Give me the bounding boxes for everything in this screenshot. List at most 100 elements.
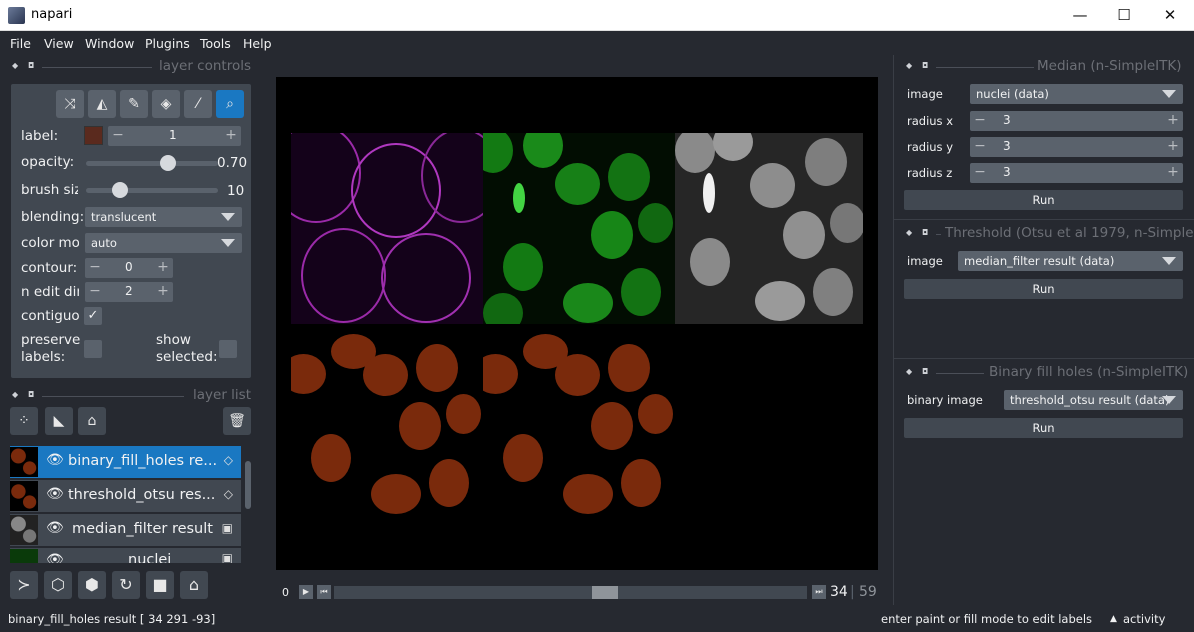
chevron-down-icon xyxy=(1162,90,1176,98)
minimize-button[interactable]: — xyxy=(1057,0,1103,31)
median-run-button[interactable]: Run xyxy=(904,190,1183,210)
roll-dims-button[interactable]: ⬢ xyxy=(78,571,106,599)
brush-size-slider[interactable] xyxy=(86,188,218,193)
opacity-slider[interactable] xyxy=(86,161,218,166)
label-label: label: xyxy=(21,128,59,144)
home-button[interactable]: ⌂ xyxy=(180,571,208,599)
contiguous-checkbox[interactable]: ✓ xyxy=(84,307,102,325)
close-button[interactable]: ✕ xyxy=(1147,0,1193,31)
activity-button[interactable]: activity xyxy=(1123,612,1165,626)
grid-button[interactable]: ■ xyxy=(146,571,174,599)
binary-image-dropdown[interactable]: threshold_otsu result (data) xyxy=(1004,390,1183,410)
float-dock-icon[interactable]: ◆ xyxy=(906,61,912,70)
layer-item-threshold-otsu[interactable]: 👁 threshold_otsu res... ◇ xyxy=(10,480,241,512)
menu-tools[interactable]: Tools xyxy=(200,36,231,51)
step-back-button[interactable]: ⏮ xyxy=(317,585,331,599)
median-image-dropdown[interactable]: nuclei (data) xyxy=(970,84,1183,104)
console-button[interactable]: ≻ xyxy=(10,571,38,599)
binary-fill-holes-tile xyxy=(483,324,675,515)
visibility-eye-icon[interactable]: 👁 xyxy=(46,486,64,502)
layer-item-median-filter[interactable]: 👁 median_filter result ▣ xyxy=(10,514,241,546)
viewer-canvas[interactable] xyxy=(276,77,878,570)
dims-start-label: 0 xyxy=(282,586,289,599)
shuffle-colors-button[interactable]: ⤨ xyxy=(56,90,84,118)
chevron-down-icon xyxy=(221,239,235,247)
pan-zoom-button[interactable]: ⌕ xyxy=(216,90,244,118)
menu-file[interactable]: File xyxy=(10,36,31,51)
n-edit-dim-spinbox[interactable]: −2 + xyxy=(85,282,173,302)
radius-x-spinbox[interactable]: −3 + xyxy=(970,111,1183,131)
dims-current-value[interactable]: 34 xyxy=(830,584,848,600)
close-dock-icon[interactable]: ◘ xyxy=(922,228,928,237)
close-dock-icon[interactable]: ◘ xyxy=(922,61,928,70)
erase-button[interactable]: ◭ xyxy=(88,90,116,118)
label-color-swatch[interactable] xyxy=(84,126,103,145)
fill-button[interactable]: ◈ xyxy=(152,90,180,118)
image-icon: ▣ xyxy=(221,551,233,563)
napari-window: napari — ☐ ✕ File View Window Plugins To… xyxy=(0,0,1194,632)
opacity-slider-handle[interactable] xyxy=(160,155,176,171)
float-dock-icon[interactable]: ◆ xyxy=(12,390,18,399)
step-forward-button[interactable]: ⏭ xyxy=(812,585,826,599)
close-dock-icon[interactable]: ◘ xyxy=(28,390,34,399)
contour-spinbox[interactable]: −0 + xyxy=(85,258,173,278)
n-edit-dim-label: n edit dim xyxy=(21,284,79,300)
layer-thumbnail xyxy=(10,447,38,477)
menu-help[interactable]: Help xyxy=(243,36,272,51)
threshold-run-button[interactable]: Run xyxy=(904,279,1183,299)
window-title: napari xyxy=(31,7,73,22)
dims-slider-track[interactable] xyxy=(334,586,807,599)
blending-dropdown[interactable]: translucent xyxy=(85,207,242,227)
radius-y-spinbox[interactable]: −3 + xyxy=(970,137,1183,157)
step-forward-icon: ⏭ xyxy=(815,587,823,596)
paint-button[interactable]: ✎ xyxy=(120,90,148,118)
cube-icon: ⬡ xyxy=(51,575,65,594)
transpose-button[interactable]: ↻ xyxy=(112,571,140,599)
pick-button[interactable]: ⁄ xyxy=(184,90,212,118)
new-points-button[interactable]: ⁘ xyxy=(10,407,38,435)
median-dock-title: Median (n-SimpleITK) xyxy=(1037,58,1182,74)
threshold-image-dropdown[interactable]: median_filter result (data) xyxy=(958,251,1183,271)
label-spinbox[interactable]: −1 + xyxy=(108,126,241,146)
layer-name[interactable]: binary_fill_holes re... xyxy=(68,453,217,469)
visibility-eye-icon[interactable]: 👁 xyxy=(46,452,64,468)
layer-name[interactable]: nuclei xyxy=(128,552,171,563)
visibility-eye-icon[interactable]: 👁 xyxy=(46,520,64,536)
menu-window[interactable]: Window xyxy=(85,36,134,51)
float-dock-icon[interactable]: ◆ xyxy=(906,228,912,237)
dims-total-value: 59 xyxy=(859,584,877,600)
ndisplay-button[interactable]: ⬡ xyxy=(44,571,72,599)
radius-z-spinbox[interactable]: −3 + xyxy=(970,163,1183,183)
float-dock-icon[interactable]: ◆ xyxy=(906,367,912,376)
threshold-dock-title: Threshold (Otsu et al 1979, n-SimpleITK) xyxy=(945,225,1193,241)
visibility-eye-icon[interactable]: 👁 xyxy=(46,552,64,563)
float-dock-icon[interactable]: ◆ xyxy=(12,61,18,70)
menu-plugins[interactable]: Plugins xyxy=(145,36,190,51)
close-dock-icon[interactable]: ◘ xyxy=(922,367,928,376)
layer-list-scrollbar[interactable] xyxy=(244,447,252,563)
menu-view[interactable]: View xyxy=(44,36,74,51)
show-selected-checkbox[interactable] xyxy=(219,340,237,358)
color-mode-dropdown[interactable]: auto xyxy=(85,233,242,253)
layer-name[interactable]: median_filter result xyxy=(72,521,213,537)
fill-holes-run-button[interactable]: Run xyxy=(904,418,1183,438)
maximize-button[interactable]: ☐ xyxy=(1101,0,1147,31)
layer-controls-panel: ⤨ ◭ ✎ ◈ ⁄ ⌕ label: −1 + opacity: 0.70 bru… xyxy=(11,84,251,378)
dims-slider-bar: 0 ▶ ⏮ ⏭ 34 | 59 xyxy=(276,582,878,604)
new-labels-button[interactable]: ⌂ xyxy=(78,407,106,435)
brush-size-handle[interactable] xyxy=(112,182,128,198)
activity-arrow-icon[interactable]: ▲ xyxy=(1110,614,1117,624)
delete-layer-button[interactable]: 🗑 xyxy=(223,407,251,435)
layer-item-binary-fill-holes[interactable]: 👁 binary_fill_holes re... ◇ xyxy=(10,446,241,478)
status-coordinates: binary_fill_holes result [ 34 291 -93] xyxy=(8,612,216,626)
dims-slider-handle[interactable] xyxy=(592,586,618,599)
close-dock-icon[interactable]: ◘ xyxy=(28,61,34,70)
new-shapes-button[interactable]: ◣ xyxy=(45,407,73,435)
status-help-text: enter paint or fill mode to edit labels xyxy=(881,612,1093,626)
layer-name[interactable]: threshold_otsu res... xyxy=(68,487,215,503)
preserve-labels-checkbox[interactable] xyxy=(84,340,102,358)
layer-item-nuclei[interactable]: 👁 nuclei ▣ xyxy=(10,548,241,563)
play-button[interactable]: ▶ xyxy=(299,585,313,599)
magnifier-icon: ⌕ xyxy=(226,96,234,112)
layer-thumbnail xyxy=(10,549,38,563)
